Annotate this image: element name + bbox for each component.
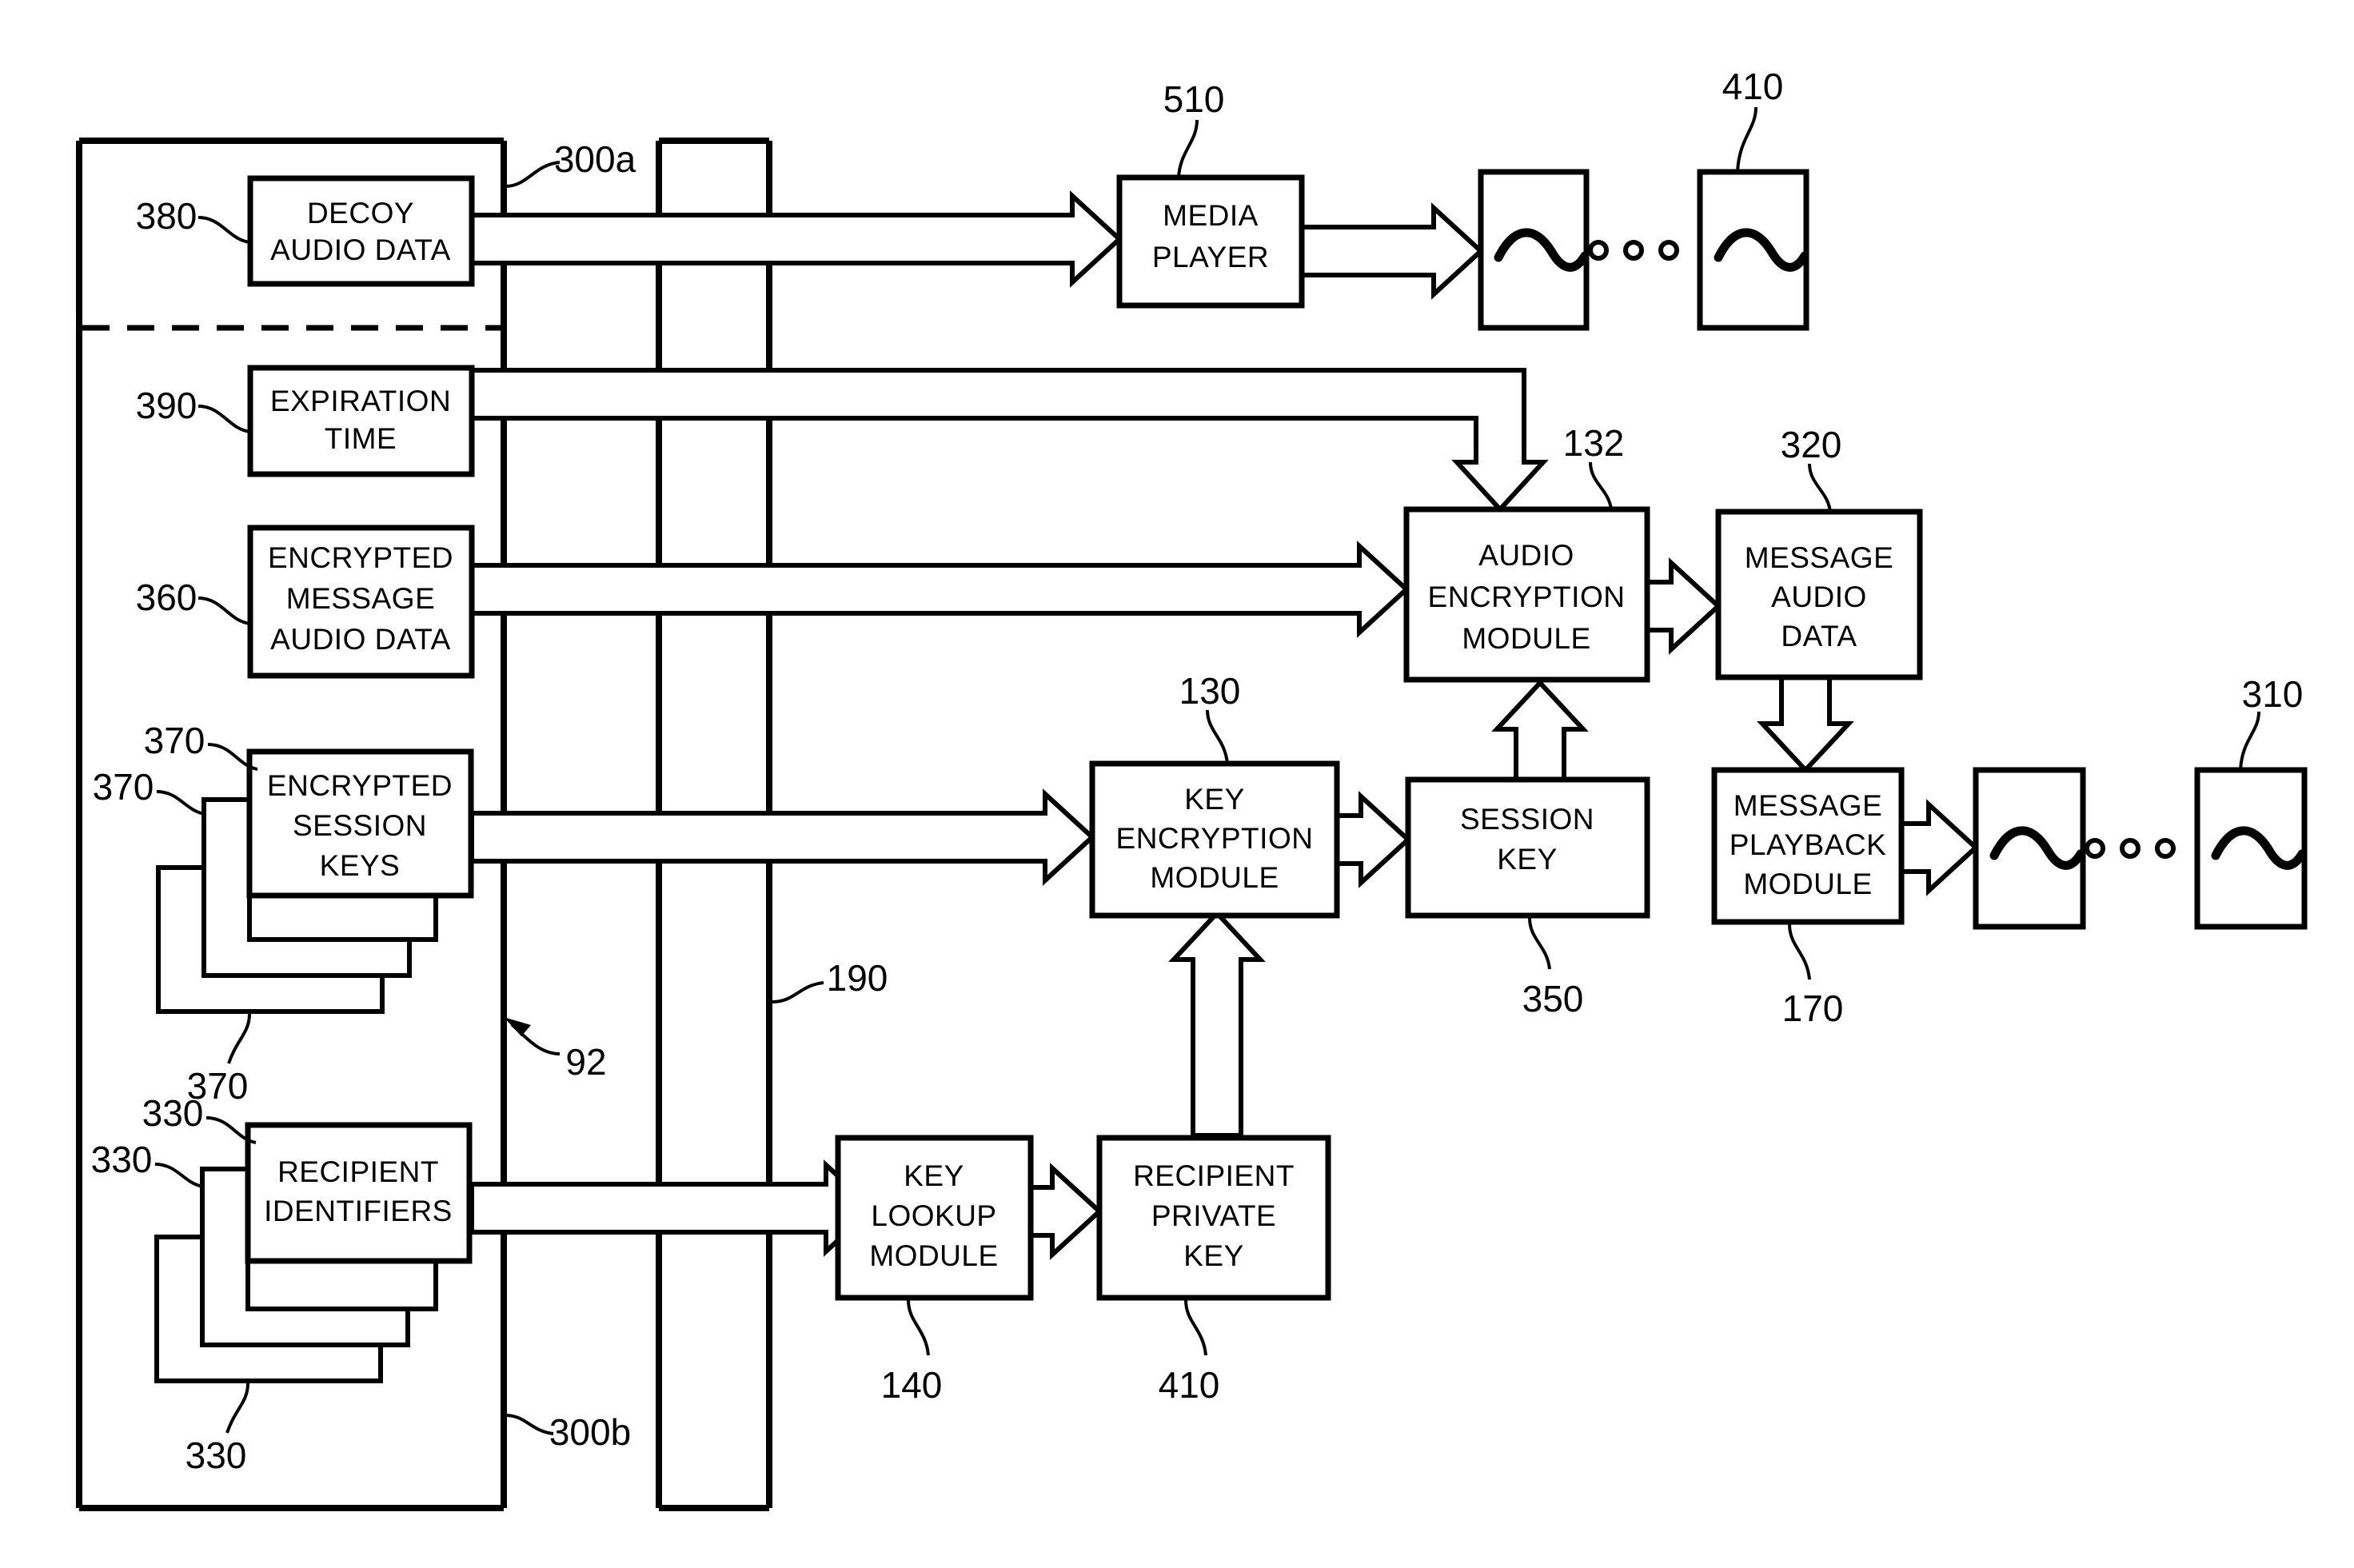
- ref-130: 130: [1179, 670, 1241, 712]
- private-key-line-3: KEY: [1183, 1239, 1244, 1272]
- ref-510: 510: [1163, 78, 1225, 120]
- arrow-session-keys-to-key-encryption: [469, 788, 1096, 886]
- ref-320: 320: [1781, 424, 1842, 465]
- message-playback-line-2: PLAYBACK: [1730, 828, 1887, 861]
- key-lookup-line-1: KEY: [904, 1159, 964, 1192]
- arrow-encrypted-message-to-audio-encryption: [469, 541, 1410, 638]
- key-lookup-line-2: LOOKUP: [871, 1199, 996, 1232]
- message-audio-line-2: AUDIO: [1771, 581, 1867, 613]
- audio-encryption-line-3: MODULE: [1462, 622, 1590, 655]
- box-audio-encryption-module[interactable]: AUDIO ENCRYPTION MODULE: [1403, 506, 1650, 683]
- box-recipient-identifiers[interactable]: RECIPIENT IDENTIFIERS: [245, 1122, 473, 1264]
- ref-330-main: 330: [142, 1092, 204, 1134]
- ref-310: 310: [2242, 673, 2304, 715]
- ref-300a: 300a: [554, 138, 636, 180]
- speaker-decoy-1: [1478, 169, 1590, 331]
- box-message-audio-data[interactable]: MESSAGE AUDIO DATA: [1715, 509, 1923, 680]
- private-key-line-2: PRIVATE: [1151, 1199, 1276, 1232]
- arrow-playback-to-speaker: [1899, 799, 1980, 896]
- ref-300b: 300b: [549, 1411, 631, 1453]
- ref-360: 360: [136, 577, 197, 618]
- speaker-decoy-2: [1697, 169, 1809, 331]
- box-encrypted-session-keys[interactable]: ENCRYPTED SESSION KEYS: [246, 748, 474, 899]
- arrow-key-lookup-to-private-key: [1028, 1163, 1103, 1260]
- encrypted-message-line-3: AUDIO DATA: [270, 623, 451, 656]
- session-key-line-1: SESSION: [1460, 803, 1594, 836]
- private-key-line-1: RECIPIENT: [1133, 1159, 1295, 1192]
- arrow-decoy-to-media-player: [469, 190, 1123, 288]
- encrypted-message-line-1: ENCRYPTED: [268, 541, 453, 574]
- box-key-lookup-module[interactable]: KEY LOOKUP MODULE: [835, 1135, 1034, 1301]
- ref-410-speakers: 410: [1722, 66, 1784, 107]
- arrow-key-encryption-to-session-key: [1335, 791, 1412, 888]
- encrypted-session-keys-line-2: SESSION: [293, 809, 427, 842]
- audio-encryption-line-1: AUDIO: [1478, 539, 1574, 572]
- ref-370-stack-2: 370: [93, 766, 154, 808]
- message-playback-line-1: MESSAGE: [1734, 789, 1883, 822]
- decoy-audio-data-line-2: AUDIO DATA: [270, 233, 451, 266]
- arrow-media-player-to-speaker: [1299, 202, 1485, 300]
- media-player-line-2: PLAYER: [1152, 241, 1269, 273]
- decoy-audio-data-line-1: DECOY: [307, 197, 414, 229]
- ref-170: 170: [1782, 987, 1844, 1029]
- encrypted-session-keys-line-3: KEYS: [320, 849, 401, 882]
- key-encryption-line-1: KEY: [1184, 783, 1245, 816]
- ref-140: 140: [881, 1364, 943, 1406]
- expiration-time-line-1: EXPIRATION: [270, 385, 451, 417]
- key-encryption-line-3: MODULE: [1150, 861, 1279, 894]
- ref-410-private-key: 410: [1159, 1364, 1220, 1406]
- arrow-private-key-to-key-encryption: [1168, 909, 1266, 1138]
- patent-figure-page: DECOY AUDIO DATA EXPIRATION TIME ENCRYPT…: [0, 0, 2354, 1568]
- message-playback-line-3: MODULE: [1743, 868, 1872, 900]
- ref-190: 190: [827, 957, 888, 999]
- arrow-session-key-to-audio-encryption: [1491, 679, 1589, 782]
- box-recipient-private-key[interactable]: RECIPIENT PRIVATE KEY: [1096, 1135, 1331, 1301]
- ref-390: 390: [136, 385, 197, 426]
- ref-330-stack-2: 330: [91, 1139, 153, 1180]
- message-audio-line-1: MESSAGE: [1745, 541, 1894, 574]
- ref-132: 132: [1563, 422, 1625, 464]
- arrow-audio-encryption-to-message-audio: [1645, 557, 1722, 655]
- ellipsis-message-speakers: [2085, 838, 2176, 859]
- audio-encryption-line-2: ENCRYPTION: [1428, 581, 1626, 613]
- expiration-time-line-2: TIME: [325, 422, 397, 455]
- ref-380: 380: [136, 195, 197, 237]
- patent-block-diagram: DECOY AUDIO DATA EXPIRATION TIME ENCRYPT…: [76, 66, 2308, 1511]
- key-encryption-line-2: ENCRYPTION: [1116, 822, 1314, 855]
- recipient-identifiers-line-2: IDENTIFIERS: [264, 1195, 453, 1227]
- encrypted-message-line-2: MESSAGE: [286, 582, 436, 615]
- message-audio-line-3: DATA: [1781, 620, 1857, 652]
- ref-370-main: 370: [144, 720, 205, 761]
- speaker-message-2: [2194, 767, 2308, 930]
- session-key-line-2: KEY: [1497, 843, 1558, 876]
- arrow-message-audio-to-playback: [1757, 675, 1854, 774]
- encrypted-session-keys-line-1: ENCRYPTED: [267, 769, 453, 802]
- ref-350: 350: [1522, 978, 1584, 1019]
- box-message-playback-module[interactable]: MESSAGE PLAYBACK MODULE: [1711, 767, 1905, 925]
- box-encrypted-message-audio-data[interactable]: ENCRYPTED MESSAGE AUDIO DATA: [247, 525, 475, 679]
- speaker-message-1: [1973, 767, 2086, 930]
- recipient-identifiers-line-1: RECIPIENT: [277, 1155, 439, 1188]
- ref-92: 92: [565, 1041, 606, 1083]
- ref-330-stack-3: 330: [186, 1434, 247, 1476]
- box-media-player[interactable]: MEDIA PLAYER: [1116, 174, 1305, 309]
- ellipsis-decoy-speakers: [1588, 240, 1679, 261]
- box-key-encryption-module[interactable]: KEY ENCRYPTION MODULE: [1089, 760, 1340, 919]
- box-session-key[interactable]: SESSION KEY: [1405, 776, 1650, 919]
- media-player-line-1: MEDIA: [1163, 199, 1259, 232]
- ref-92-pointer: [504, 1017, 561, 1055]
- arrow-expiration-to-audio-encryption: [469, 368, 1549, 513]
- box-decoy-audio-data[interactable]: DECOY AUDIO DATA: [247, 175, 475, 287]
- key-lookup-line-3: MODULE: [869, 1239, 998, 1272]
- box-expiration-time[interactable]: EXPIRATION TIME: [247, 365, 475, 477]
- arrow-recipient-ids-to-key-lookup: [469, 1159, 877, 1257]
